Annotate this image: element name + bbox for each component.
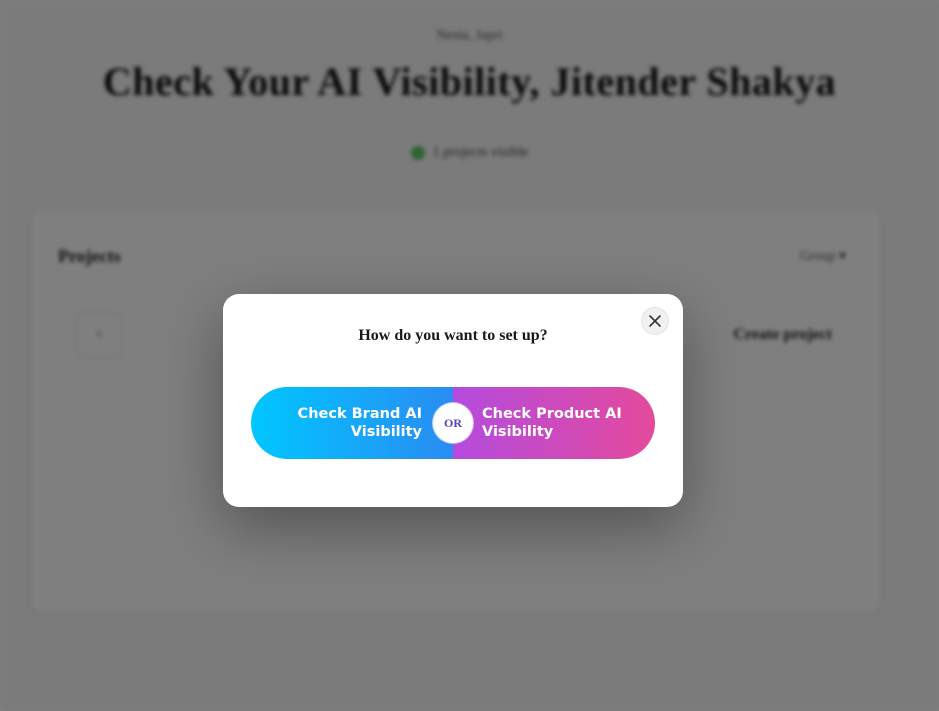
or-badge: OR (433, 403, 473, 443)
check-product-visibility-button[interactable]: Check Product AI Visibility (453, 387, 655, 459)
check-brand-visibility-button[interactable]: Check Brand AI Visibility (251, 387, 453, 459)
brand-button-label: Check Brand AI Visibility (297, 406, 422, 440)
setup-modal: How do you want to set up? Check Brand A… (223, 294, 683, 507)
close-icon (649, 315, 661, 327)
product-button-label: Check Product AI Visibility (482, 406, 622, 440)
modal-title: How do you want to set up? (358, 327, 548, 344)
close-button[interactable] (641, 307, 669, 335)
